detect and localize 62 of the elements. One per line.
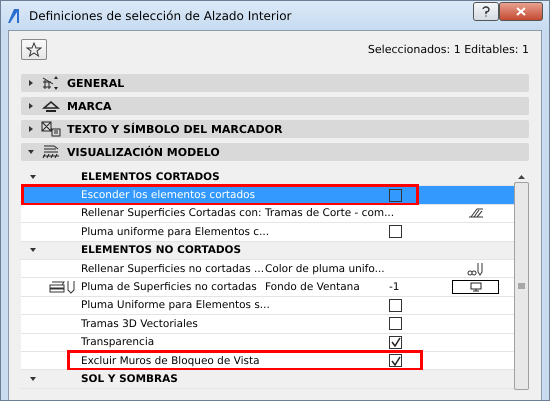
setting-label: Rellenar Superficies no cortadas ...: [81, 262, 265, 275]
checkbox[interactable]: [389, 354, 402, 368]
star-icon: [26, 42, 42, 57]
question-mark-icon: [482, 6, 490, 17]
setting-row[interactable]: Excluir Muros de Bloqueo de Vista: [21, 352, 514, 370]
setting-label: Rellenar Superficies Cortadas con:: [81, 207, 263, 220]
favorites-button[interactable]: [21, 39, 47, 60]
setting-row[interactable]: Rellenar Superficies Cortadas con: Tramas de Corte - com...: [21, 204, 514, 224]
setting-label: Esconder los elementos cortados: [81, 189, 256, 202]
expanded-arrow-icon[interactable]: [29, 246, 37, 254]
group-label: SOL Y SOMBRAS: [81, 372, 179, 385]
setting-row[interactable]: Pluma de Superficies no cortadas Fondo de Ventana -1: [21, 278, 514, 297]
group-row[interactable]: ELEMENTOS NO CORTADOS: [21, 242, 514, 260]
section-header[interactable]: TEXTO Y SÍMBOLO DEL MARCADOR: [21, 120, 529, 138]
setting-row[interactable]: Tramas 3D Vectoriales: [21, 315, 514, 334]
setting-row[interactable]: Rellenar Superficies no cortadas ...Color de pluma unifo...: [21, 260, 514, 278]
pen-color-icon: [466, 262, 484, 276]
checkmark-icon: [390, 337, 400, 348]
close-icon: [516, 7, 526, 16]
pen-number: -1: [389, 281, 400, 294]
setting-row[interactable]: Transparencia: [21, 334, 514, 352]
section-header[interactable]: VISUALIZACIÓN MODELO: [21, 143, 529, 161]
group-label: ELEMENTOS NO CORTADOS: [81, 244, 242, 256]
checkbox[interactable]: [389, 317, 402, 330]
model-view-icon: [41, 144, 61, 160]
setting-row[interactable]: Pluma uniforme para Elementos c...: [21, 223, 514, 242]
close-button[interactable]: [499, 2, 543, 21]
group-row[interactable]: SOL Y SOMBRAS: [21, 370, 514, 389]
checkbox[interactable]: [389, 298, 402, 312]
setting-label: Pluma de Superficies no cortadas: [81, 281, 258, 294]
setting-label: Transparencia: [81, 336, 156, 348]
setting-row[interactable]: Pluma Uniforme para Elementos s...: [21, 296, 514, 316]
setting-label: Tramas 3D Vectoriales: [81, 318, 199, 330]
checkbox[interactable]: [389, 188, 402, 202]
checkbox[interactable]: [389, 336, 402, 349]
expanded-arrow-icon[interactable]: [29, 172, 37, 181]
collapsed-arrow-icon[interactable]: [27, 102, 35, 110]
expanded-arrow-icon[interactable]: [29, 374, 37, 383]
grip-icon: [518, 283, 525, 289]
setting-label: Excluir Muros de Bloqueo de Vista: [81, 354, 261, 367]
text-symbol-icon: [41, 121, 61, 137]
checkbox[interactable]: [389, 225, 402, 238]
checkmark-icon: [390, 356, 400, 366]
expanded-arrow-icon[interactable]: [27, 148, 35, 156]
setting-value: Fondo de Ventana: [265, 281, 361, 294]
window-title: Definiciones de selección de Alzado Interior: [29, 8, 292, 22]
section-header[interactable]: GENERAL: [21, 74, 529, 92]
scroll-up-icon: [518, 174, 525, 179]
tools-icon: [41, 75, 61, 91]
app-logo-icon: [7, 8, 21, 24]
section-header[interactable]: MARCA: [21, 97, 529, 115]
monitor-button[interactable]: [452, 280, 499, 294]
selection-count: Seleccionados: 1 Editables: 1: [368, 43, 529, 56]
collapsed-arrow-icon[interactable]: [27, 79, 35, 87]
surface-pen-icon: [49, 280, 77, 294]
collapsed-arrow-icon[interactable]: [27, 125, 35, 133]
group-label: ELEMENTOS CORTADOS: [81, 170, 221, 183]
hatch-pattern-icon: [468, 208, 484, 218]
setting-value: Color de pluma unifo...: [265, 262, 386, 275]
monitor-icon: [470, 282, 482, 292]
help-button[interactable]: [473, 2, 499, 21]
marker-icon: [41, 99, 61, 113]
